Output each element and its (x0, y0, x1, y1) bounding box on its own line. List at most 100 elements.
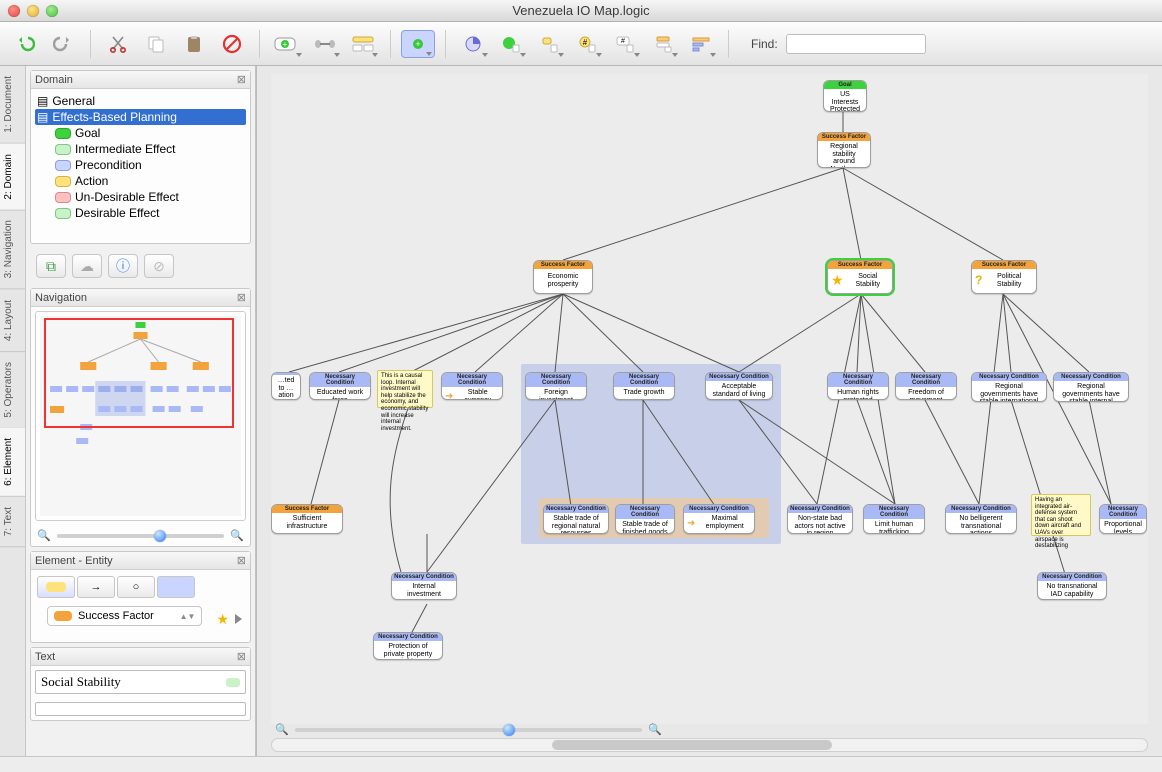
vtab-layout[interactable]: 4: Layout (0, 290, 25, 352)
link-button[interactable] (308, 30, 342, 58)
zoom-in-icon[interactable]: 🔍 (230, 529, 244, 542)
note-causal-loop[interactable]: This is a causal loop. Internal investme… (377, 370, 433, 408)
delete-button[interactable] (215, 30, 249, 58)
find-input[interactable] (786, 34, 926, 54)
element-type-label: Success Factor (78, 610, 154, 622)
nav-panel-title: Navigation (35, 292, 87, 304)
favorite-star-icon[interactable]: ★ (216, 611, 229, 628)
node-nc-stable-currency[interactable]: Necessary Condition ➜Stable currency (441, 372, 503, 400)
element-next-icon[interactable] (235, 614, 242, 624)
node-nc-proportional[interactable]: Necessary Condition Proportional levels (1099, 504, 1147, 534)
domain-item-goal[interactable]: Goal (53, 125, 246, 141)
minimize-window-button[interactable] (27, 5, 39, 17)
node-goal[interactable]: Goal US Interests Protected (Economic, P… (823, 80, 867, 112)
text-edit-field[interactable]: Social Stability (35, 670, 246, 694)
add-note-button[interactable]: + (401, 30, 435, 58)
zoom-window-button[interactable] (46, 5, 58, 17)
element-type-dropdown[interactable]: Success Factor ▲▼ (47, 606, 202, 626)
copy-button[interactable] (139, 30, 173, 58)
node-nc-edge[interactable]: …ted to …ation (271, 372, 301, 400)
domain-item-precondition[interactable]: Precondition (53, 157, 246, 173)
domain-tree[interactable]: ▤ General ▤ Effects-Based Planning Goal … (31, 89, 250, 221)
domain-item-ebp[interactable]: ▤ Effects-Based Planning (35, 109, 246, 125)
nav-zoom-slider[interactable] (57, 534, 225, 538)
nav-panel-close-icon[interactable]: ⊠ (237, 291, 246, 304)
element-panel-title: Element - Entity (35, 555, 113, 567)
canvas-zoom-slider[interactable] (295, 728, 643, 732)
node-nc-stfg[interactable]: Necessary Condition Stable trade of fini… (615, 504, 675, 534)
text-secondary-field[interactable] (35, 702, 246, 716)
undo-button[interactable] (8, 30, 42, 58)
vtab-operators[interactable]: 5: Operators (0, 352, 25, 429)
domain-link-button[interactable]: ☁ (72, 254, 102, 278)
element-tab-edge[interactable]: → (77, 576, 115, 598)
node-nc-str[interactable]: Necessary Condition Stable trade of regi… (543, 504, 609, 534)
domain-item-action[interactable]: Action (53, 173, 246, 189)
element-panel: Element - Entity ⊠ → ○ Success Factor ▲▼… (30, 551, 251, 643)
vtab-navigation[interactable]: 3: Navigation (0, 210, 25, 289)
text-field-color-icon[interactable] (226, 678, 240, 687)
node-nc-no-belligerent[interactable]: Necessary Condition No belligerent trans… (945, 504, 1017, 534)
diagram-canvas[interactable]: Goal US Interests Protected (Economic, P… (271, 74, 1148, 724)
nav-minimap[interactable] (35, 311, 246, 521)
paste-button[interactable] (177, 30, 211, 58)
element-tab-note[interactable] (157, 576, 195, 598)
node-sf-root[interactable]: Success Factor Regional stability around… (817, 132, 871, 168)
canvas-horizontal-scrollbar[interactable] (271, 738, 1148, 752)
canvas-zoom-in-icon[interactable]: 🔍 (648, 723, 662, 736)
annotation-star-button[interactable] (494, 30, 528, 58)
cut-button[interactable] (101, 30, 135, 58)
side-tab-rail: 1: Document 2: Domain 3: Navigation 4: L… (0, 66, 26, 772)
text-panel-close-icon[interactable]: ⊠ (237, 650, 246, 663)
scroll-thumb[interactable] (552, 740, 832, 750)
node-nc-max-employment[interactable]: Necessary Condition ➜Maximal employment (683, 504, 755, 534)
group-button[interactable] (346, 30, 380, 58)
annotation-badge-button[interactable]: # (608, 30, 642, 58)
domain-item-general[interactable]: ▤ General (35, 93, 246, 109)
redo-button[interactable] (46, 30, 80, 58)
domain-item-undesirable[interactable]: Un-Desirable Effect (53, 189, 246, 205)
vtab-document[interactable]: 1: Document (0, 66, 25, 144)
annotation-diamond-button[interactable]: # (570, 30, 604, 58)
vtab-domain[interactable]: 2: Domain (0, 144, 25, 211)
node-sf-social[interactable]: Success Factor ★Social Stability (827, 260, 893, 294)
find-label: Find: (751, 37, 778, 51)
node-nc-iad-capability[interactable]: Necessary Condition No transnational IAD… (1037, 572, 1107, 600)
question-icon: ? (975, 274, 982, 287)
node-nc-freedom-movement[interactable]: Necessary Condition Freedom of movement (895, 372, 957, 400)
domain-panel-close-icon[interactable]: ⊠ (237, 73, 246, 86)
vtab-element[interactable]: 6: Element (0, 428, 25, 497)
node-nc-foreign-investment[interactable]: Necessary Condition Foreign investment (525, 372, 587, 400)
node-nc-non-state[interactable]: Necessary Condition Non-state bad actors… (787, 504, 853, 534)
node-nc-human-rights[interactable]: Necessary Condition Human rights protect… (827, 372, 889, 400)
domain-disable-button[interactable]: ⊘ (144, 254, 174, 278)
node-nc-standard-of-living[interactable]: Necessary Condition Acceptable standard … (705, 372, 773, 400)
vtab-text[interactable]: 7: Text (0, 497, 25, 547)
node-nc-trade-growth[interactable]: Necessary Condition Trade growth (613, 372, 675, 400)
zoom-out-icon[interactable]: 🔍 (37, 529, 51, 542)
node-nc-rgis[interactable]: Necessary Condition Regional governments… (1053, 372, 1129, 402)
node-sf-econ[interactable]: Success Factor Economic prosperity (533, 260, 593, 294)
note-iad[interactable]: Having an integrated air-defense system … (1031, 494, 1091, 536)
element-tab-entity[interactable] (37, 576, 75, 598)
node-nc-human-trafficking[interactable]: Necessary Condition Limit human traffick… (863, 504, 925, 534)
node-nc-internal-investment[interactable]: Necessary Condition Internal investment (391, 572, 457, 600)
domain-item-desirable[interactable]: Desirable Effect (53, 205, 246, 221)
domain-item-intermediate-effect[interactable]: Intermediate Effect (53, 141, 246, 157)
node-sf-political[interactable]: Success Factor ?Political Stability (971, 260, 1037, 294)
element-tab-circle[interactable]: ○ (117, 576, 155, 598)
collapse-button[interactable] (646, 30, 680, 58)
domain-add-button[interactable]: ⧉ (36, 254, 66, 278)
node-sf-infra[interactable]: Success Factor Sufficient infrastructure (271, 504, 343, 534)
expand-button[interactable] (684, 30, 718, 58)
domain-info-button[interactable]: ⓘ (108, 254, 138, 278)
add-entity-button[interactable]: + (270, 30, 304, 58)
node-nc-education[interactable]: Necessary Condition Educated work force (309, 372, 371, 400)
annotation-flag-button[interactable] (532, 30, 566, 58)
node-nc-rgir[interactable]: Necessary Condition Regional governments… (971, 372, 1047, 402)
canvas-zoom-out-icon[interactable]: 🔍 (275, 723, 289, 736)
annotation-pie-button[interactable] (456, 30, 490, 58)
node-nc-property-rights[interactable]: Necessary Condition Protection of privat… (373, 632, 443, 660)
element-panel-close-icon[interactable]: ⊠ (237, 554, 246, 567)
close-window-button[interactable] (8, 5, 20, 17)
